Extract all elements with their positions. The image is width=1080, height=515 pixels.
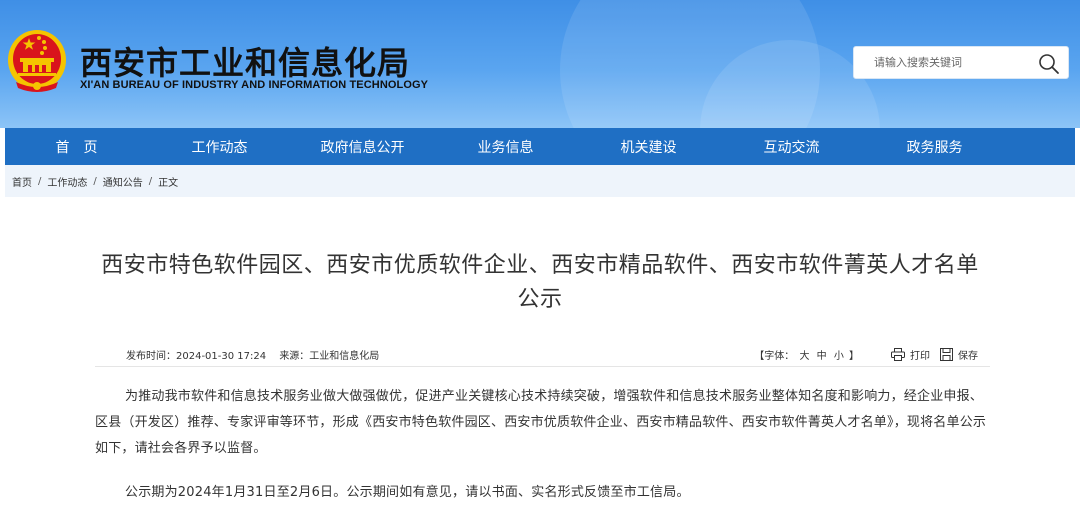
breadcrumb-separator: / [148,175,153,187]
breadcrumb-current: 正文 [158,177,179,189]
font-size-prefix: 【字体： [754,351,795,362]
save-label: 保存 [958,351,978,362]
search-icon[interactable] [1037,52,1061,76]
font-size-suffix: 】 [849,351,859,362]
search-input[interactable] [864,51,1024,74]
main-nav: 首 页 工作动态 政府信息公开 业务信息 机关建设 互动交流 政务服务 [5,128,1075,165]
article-meta-bar: 发布时间：2024-01-30 17:24 来源：工业和信息化局 【字体： 大 … [95,343,990,367]
article-content: 西安市特色软件园区、西安市优质软件企业、西安市精品软件、西安市软件菁英人才名单公… [5,197,1075,515]
font-size-large-button[interactable]: 大 [799,351,809,362]
breadcrumb-notices[interactable]: 通知公告 [103,174,143,189]
breadcrumb-separator: / [93,175,97,187]
national-emblem-icon [8,30,66,92]
article-tools: 【字体： 大 中 小 】 打印 保存 [754,347,978,362]
font-size-small-button[interactable]: 小 [834,351,844,362]
printer-icon [891,348,905,361]
breadcrumb: 首页 / 工作动态 / 通知公告 / 正文 [5,165,1075,197]
print-label: 打印 [910,351,930,362]
nav-item-gov-info[interactable]: 政府信息公开 [291,137,434,157]
nav-item-gov-services[interactable]: 政务服务 [863,137,1006,157]
nav-item-interaction[interactable]: 互动交流 [720,137,863,157]
font-size-medium-button[interactable]: 中 [817,351,827,362]
site-title: 西安市工业和信息化局 [80,44,411,82]
article-paragraph: 公示期为2024年1月31日至2月6日。公示期间如有意见，请以书面、实名形式反馈… [125,485,690,500]
publish-time: 发布时间：2024-01-30 17:24 [126,351,267,362]
breadcrumb-home[interactable]: 首页 [12,174,32,189]
breadcrumb-separator: / [38,175,42,187]
nav-item-business-info[interactable]: 业务信息 [434,137,577,157]
font-size-control: 【字体： 大 中 小 】 [754,347,859,362]
search-box [853,46,1069,79]
article-source: 来源：工业和信息化局 [279,351,380,362]
article-meta-info: 发布时间：2024-01-30 17:24 来源：工业和信息化局 [126,347,389,362]
article-paragraph: 为推动我市软件和信息技术服务业做大做强做优，促进产业关键核心技术持续突破，增强软… [95,389,987,456]
print-button[interactable]: 打印 [891,347,930,362]
breadcrumb-work-news[interactable]: 工作动态 [47,174,87,189]
nav-item-agency-building[interactable]: 机关建设 [577,137,720,157]
nav-item-home[interactable]: 首 页 [5,137,148,157]
nav-item-work-news[interactable]: 工作动态 [148,137,291,157]
article-title: 西安市特色软件园区、西安市优质软件企业、西安市精品软件、西安市软件菁英人才名单公… [101,253,979,312]
save-button[interactable]: 保存 [940,347,978,362]
site-header: 西安市工业和信息化局 XI'AN BUREAU OF INDUSTRY AND … [0,0,1080,128]
save-icon [940,348,953,361]
site-subtitle: XI'AN BUREAU OF INDUSTRY AND INFORMATION… [80,79,429,91]
